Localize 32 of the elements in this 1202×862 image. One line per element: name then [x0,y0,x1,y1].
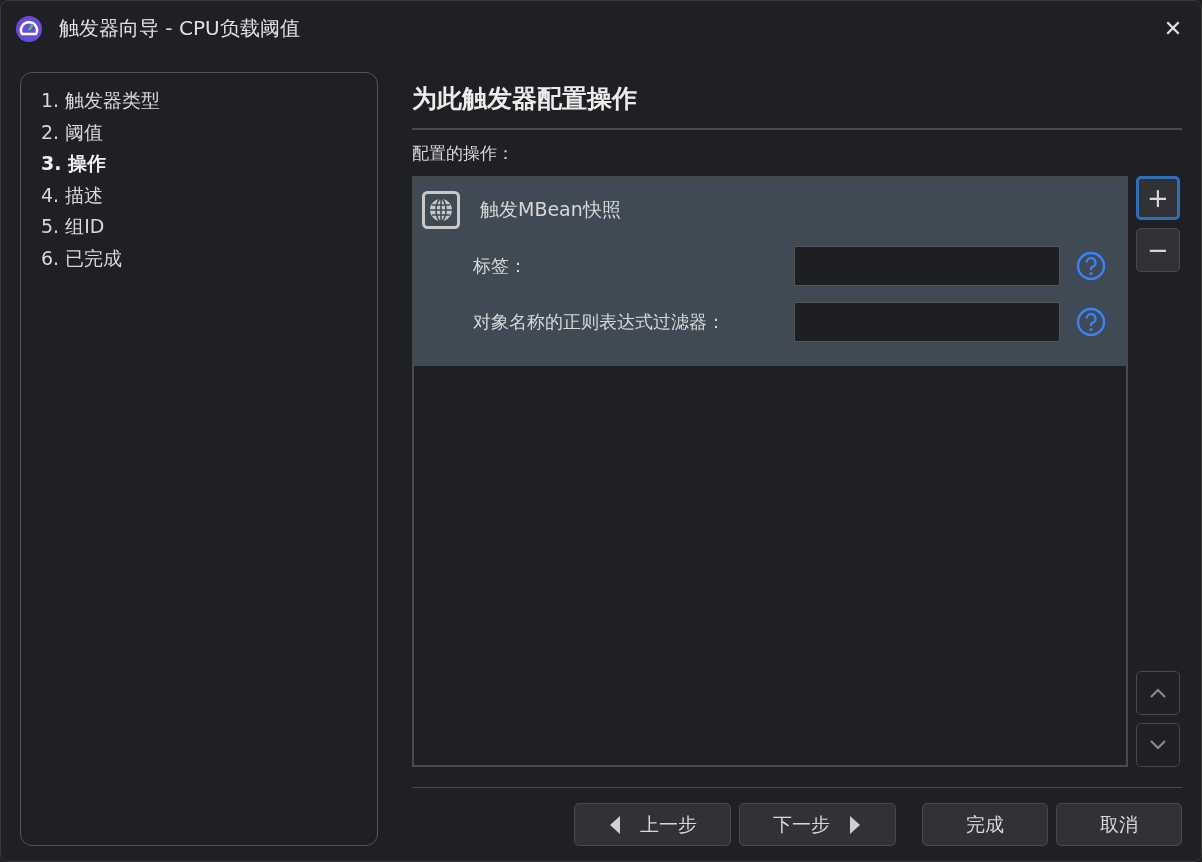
action-item[interactable]: 触发MBean快照 标签： 对象名称的正则表达式过滤器： [414,177,1126,366]
move-down-button[interactable] [1136,722,1180,767]
back-button[interactable]: 上一步 [574,803,731,846]
help-icon[interactable] [1076,306,1106,337]
dialog-button[interactable]: 完成 [922,803,1048,846]
globe-icon [422,190,460,229]
move-up-button[interactable] [1136,670,1180,715]
chevron-up-icon [1149,686,1167,699]
add-button[interactable]: + [1136,175,1180,220]
chevron-down-icon [1149,738,1167,751]
close-button[interactable]: ✕ [1145,3,1201,54]
step-item: 5. 组ID [41,214,105,239]
window-title: 触发器向导 - CPU负载阈值 [59,15,301,42]
step-item: 2. 阈值 [41,119,104,145]
page-heading: 为此触发器配置操作 [412,83,638,115]
step-item: 1. 触发器类型 [41,88,161,113]
remove-button[interactable]: − [1136,227,1180,272]
step-item: 6. 已完成 [41,245,123,271]
next-button[interactable]: 下一步 [739,803,896,846]
app-logo-icon [15,14,43,43]
field-label: 对象名称的正则表达式过滤器： [473,309,726,334]
help-icon[interactable] [1076,250,1106,281]
list-label: 配置的操作： [412,141,514,165]
step-item: 4. 描述 [41,182,104,208]
step-item: 3. 操作 [41,151,107,176]
dialog-button[interactable]: 取消 [1056,803,1182,846]
field-label: 标签： [473,253,528,278]
triangle-right-icon [848,814,862,835]
input-field[interactable] [794,245,1060,286]
action-name: 触发MBean快照 [480,196,621,222]
triangle-left-icon [608,814,622,835]
input-field[interactable] [794,301,1060,342]
